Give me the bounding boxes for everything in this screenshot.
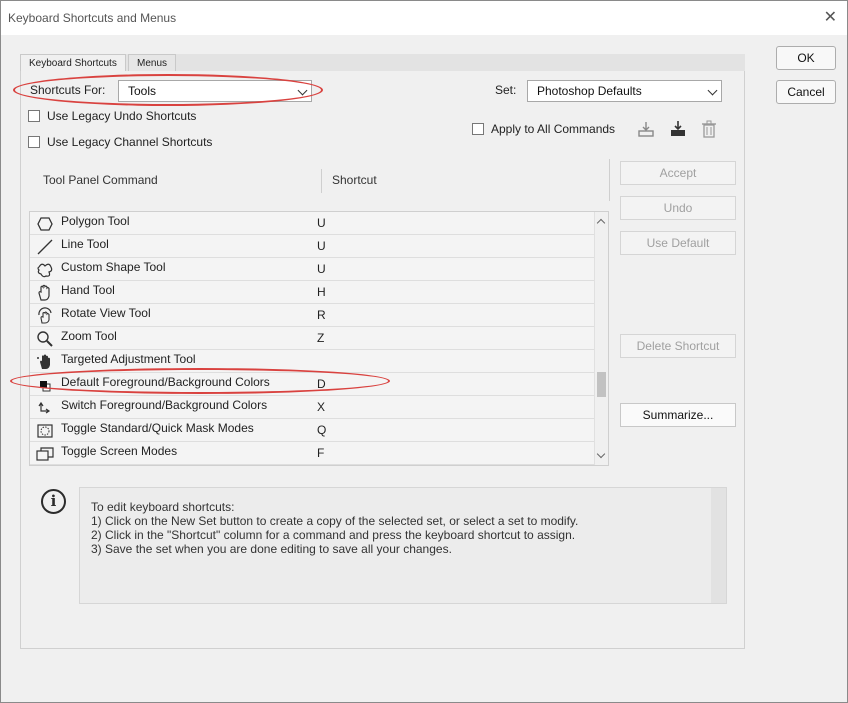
shortcuts-for-value: Tools xyxy=(128,84,157,98)
line-icon xyxy=(36,238,54,256)
table-row[interactable]: Switch Foreground/Background Colors X xyxy=(30,396,595,419)
chevron-down-icon xyxy=(707,85,718,96)
hand-icon xyxy=(36,284,54,302)
title-bar: Keyboard Shortcuts and Menus ✕ xyxy=(1,1,847,35)
accept-button[interactable]: Accept xyxy=(620,161,736,185)
row-shortcut[interactable]: R xyxy=(317,308,326,322)
use-default-button[interactable]: Use Default xyxy=(620,231,736,255)
table-row[interactable]: Toggle Standard/Quick Mask Modes Q xyxy=(30,419,595,442)
info-icon: i xyxy=(41,489,66,514)
command-list: Polygon Tool U Line Tool U Custom Shape … xyxy=(29,211,609,466)
cancel-button[interactable]: Cancel xyxy=(776,80,836,104)
row-command: Toggle Standard/Quick Mask Modes xyxy=(61,421,254,435)
row-shortcut[interactable]: U xyxy=(317,262,326,276)
close-icon[interactable]: ✕ xyxy=(824,7,837,27)
tab-keyboard-shortcuts[interactable]: Keyboard Shortcuts xyxy=(20,54,126,72)
apply-all-label: Apply to All Commands xyxy=(491,122,616,136)
scroll-up-icon[interactable] xyxy=(596,218,606,228)
scroll-thumb[interactable] xyxy=(597,372,606,397)
row-command: Default Foreground/Background Colors xyxy=(61,375,270,389)
row-shortcut[interactable]: Z xyxy=(317,331,324,345)
row-command: Hand Tool xyxy=(61,283,115,297)
shortcut-column-header: Shortcut xyxy=(332,173,377,187)
row-shortcut[interactable]: D xyxy=(317,377,326,391)
info-text-box: To edit keyboard shortcuts: 1) Click on … xyxy=(79,487,727,604)
window-title: Keyboard Shortcuts and Menus xyxy=(8,11,177,25)
default-colors-icon xyxy=(36,376,54,394)
row-shortcut[interactable]: F xyxy=(317,446,324,460)
panel-divider xyxy=(609,159,610,201)
row-command: Line Tool xyxy=(61,237,109,251)
delete-set-icon[interactable] xyxy=(701,120,717,141)
info-line: 1) Click on the New Set button to create… xyxy=(91,514,579,528)
new-set-icon[interactable] xyxy=(669,120,687,141)
row-command: Rotate View Tool xyxy=(61,306,151,320)
set-value: Photoshop Defaults xyxy=(537,84,642,98)
set-label: Set: xyxy=(495,83,517,97)
apply-all-checkbox[interactable] xyxy=(472,123,484,135)
row-command: Switch Foreground/Background Colors xyxy=(61,398,268,412)
row-command: Custom Shape Tool xyxy=(61,260,166,274)
legacy-undo-checkbox[interactable] xyxy=(28,110,40,122)
info-line: 3) Save the set when you are done editin… xyxy=(91,542,452,556)
set-dropdown[interactable]: Photoshop Defaults xyxy=(527,80,722,102)
table-row[interactable]: Rotate View Tool R xyxy=(30,304,595,327)
ok-button[interactable]: OK xyxy=(776,46,836,70)
quick-mask-icon xyxy=(36,422,54,440)
list-scrollbar[interactable] xyxy=(594,212,608,465)
row-command: Zoom Tool xyxy=(61,329,117,343)
legacy-undo-label: Use Legacy Undo Shortcuts xyxy=(47,109,197,123)
row-command: Polygon Tool xyxy=(61,214,130,228)
table-row[interactable]: Polygon Tool U xyxy=(30,212,595,235)
delete-shortcut-button[interactable]: Delete Shortcut xyxy=(620,334,736,358)
undo-button[interactable]: Undo xyxy=(620,196,736,220)
table-row[interactable]: Toggle Screen Modes F xyxy=(30,442,595,465)
column-divider xyxy=(321,169,322,193)
row-shortcut[interactable]: U xyxy=(317,239,326,253)
command-column-header: Tool Panel Command xyxy=(43,173,158,187)
save-set-icon[interactable] xyxy=(637,120,655,141)
row-shortcut[interactable]: Q xyxy=(317,423,326,437)
info-scrollbar[interactable] xyxy=(711,488,726,603)
table-row[interactable]: Zoom Tool Z xyxy=(30,327,595,350)
legacy-channel-checkbox[interactable] xyxy=(28,136,40,148)
row-command: Toggle Screen Modes xyxy=(61,444,178,458)
shortcuts-for-label: Shortcuts For: xyxy=(30,83,106,97)
tab-strip: Keyboard Shortcuts Menus xyxy=(20,54,745,72)
scroll-down-icon[interactable] xyxy=(596,449,606,459)
polygon-icon xyxy=(36,215,54,233)
table-row[interactable]: Targeted Adjustment Tool xyxy=(30,350,595,373)
table-row[interactable]: Line Tool U xyxy=(30,235,595,258)
zoom-icon xyxy=(36,330,54,348)
table-row[interactable]: Custom Shape Tool U xyxy=(30,258,595,281)
shortcuts-for-dropdown[interactable]: Tools xyxy=(118,80,312,102)
row-command: Targeted Adjustment Tool xyxy=(61,352,196,366)
keyboard-shortcuts-dialog: Keyboard Shortcuts and Menus ✕ Keyboard … xyxy=(0,0,848,703)
chevron-down-icon xyxy=(297,85,308,96)
switch-colors-icon xyxy=(36,399,54,417)
screen-modes-icon xyxy=(36,445,54,463)
custom-shape-icon xyxy=(36,261,54,279)
tab-menus[interactable]: Menus xyxy=(128,54,177,71)
row-shortcut[interactable]: H xyxy=(317,285,326,299)
legacy-channel-label: Use Legacy Channel Shortcuts xyxy=(47,135,213,149)
table-row[interactable]: Default Foreground/Background Colors D xyxy=(30,373,595,396)
table-row[interactable]: Hand Tool H xyxy=(30,281,595,304)
row-shortcut[interactable]: U xyxy=(317,216,326,230)
rotate-view-icon xyxy=(36,307,54,325)
targeted-adjustment-icon xyxy=(36,353,54,371)
summarize-button[interactable]: Summarize... xyxy=(620,403,736,427)
row-shortcut[interactable]: X xyxy=(317,400,325,414)
info-line: To edit keyboard shortcuts: xyxy=(91,500,235,514)
info-line: 2) Click in the "Shortcut" column for a … xyxy=(91,528,576,542)
